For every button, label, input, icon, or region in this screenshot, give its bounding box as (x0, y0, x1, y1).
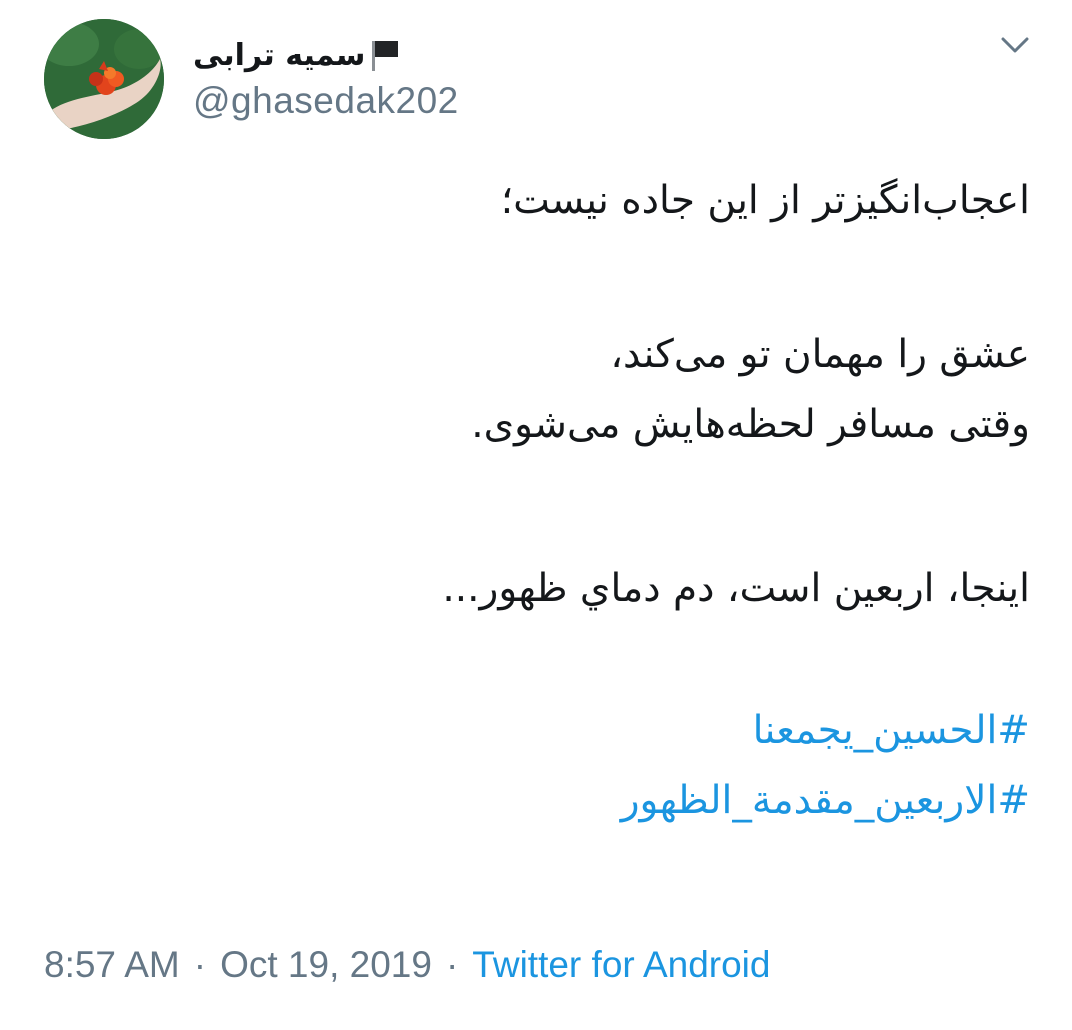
tweet-line: عشق را مهمان تو می‌کند، (610, 332, 1030, 377)
tweet-time[interactable]: 8:57 AM (44, 944, 180, 986)
tweet-date[interactable]: Oct 19, 2019 (220, 944, 432, 986)
avatar[interactable] (44, 19, 164, 139)
meta-separator: · (193, 944, 207, 985)
tweet-meta: 8:57 AM · Oct 19, 2019 · Twitter for And… (44, 940, 770, 990)
meta-separator: · (445, 944, 459, 985)
black-flag-icon (372, 41, 399, 71)
hashtag-link[interactable]: #الاربعين_مقدمة_الظهور (40, 770, 1030, 832)
hashtag-link[interactable]: #الحسين_يجمعنا (40, 700, 1030, 762)
hand-with-flowers-icon (44, 19, 164, 139)
user-handle[interactable]: @ghasedak202 (193, 80, 459, 122)
tweet-text: اعجاب‌انگیزتر از این جاده نیست؛ عشق را م… (40, 170, 1030, 832)
user-name-row[interactable]: سمیه ترابی (193, 30, 401, 80)
tweet-line: وقتی مسافر لحظه‌هایش می‌شوی. (471, 402, 1030, 447)
tweet-source-link[interactable]: Twitter for Android (472, 944, 770, 986)
tweet-line: اینجا، اربعین است، دم دماي ظهور... (442, 566, 1030, 611)
chevron-down-icon[interactable] (1000, 34, 1030, 56)
tweet-line: اعجاب‌انگیزتر از این جاده نیست؛ (500, 178, 1030, 223)
display-name[interactable]: سمیه ترابی (193, 38, 365, 73)
tweet-card: سمیه ترابی @ghasedak202 اعجاب‌انگیزتر از… (0, 0, 1072, 1030)
